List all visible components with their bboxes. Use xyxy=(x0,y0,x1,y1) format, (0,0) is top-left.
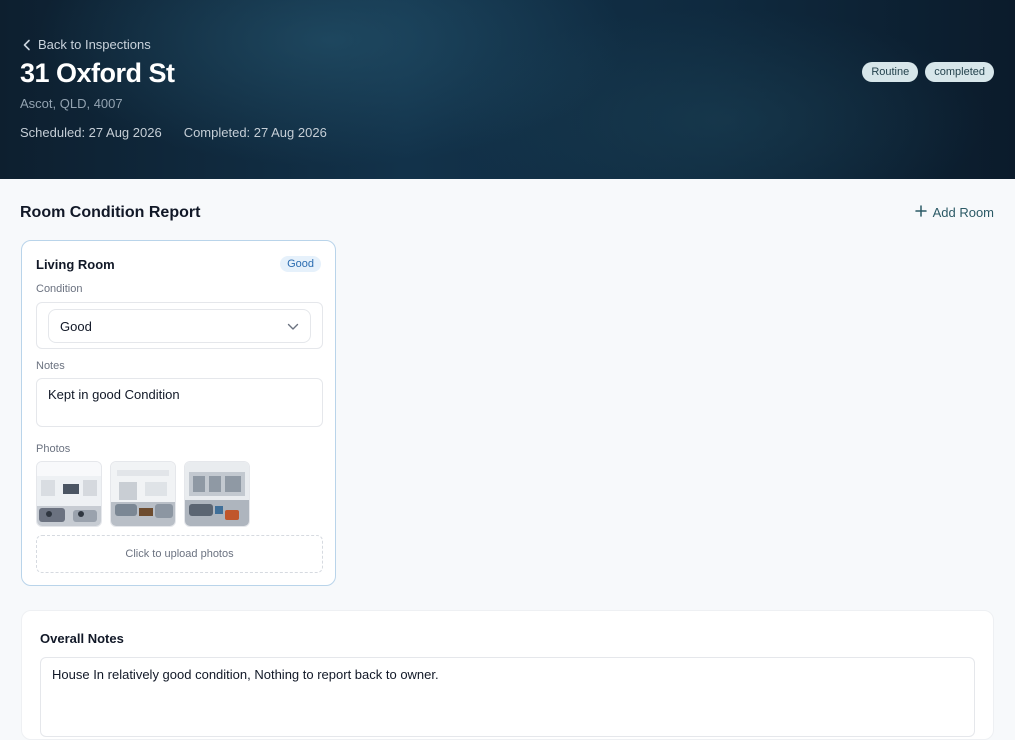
inspection-dates: Scheduled: 27 Aug 2026 Completed: 27 Aug… xyxy=(20,125,327,140)
chevron-left-icon xyxy=(22,39,32,51)
room-card: Living Room Good Condition Good Notes Ke… xyxy=(21,240,336,586)
condition-label: Condition xyxy=(36,283,83,295)
inspection-header: Back to Inspections 31 Oxford St Ascot, … xyxy=(0,0,1015,179)
add-room-button[interactable]: Add Room xyxy=(914,205,994,220)
chevron-down-icon xyxy=(287,319,299,334)
property-address: Ascot, QLD, 4007 xyxy=(20,96,123,111)
add-room-label: Add Room xyxy=(932,205,994,220)
completed-date: Completed: 27 Aug 2026 xyxy=(183,125,327,140)
room-condition-badge: Good xyxy=(280,256,321,272)
overall-notes-card: Overall Notes House In relatively good c… xyxy=(21,610,994,740)
scheduled-date: Scheduled: 27 Aug 2026 xyxy=(20,125,162,140)
condition-select[interactable]: Good xyxy=(48,309,311,343)
room-name: Living Room xyxy=(36,257,115,272)
property-title: 31 Oxford St xyxy=(20,58,175,88)
room-photo-thumbnail[interactable] xyxy=(110,461,176,527)
inspection-type-badge: Routine xyxy=(862,62,919,82)
inspection-status-badge: completed xyxy=(925,62,994,82)
section-title: Room Condition Report xyxy=(20,204,201,221)
photos-label: Photos xyxy=(36,443,71,455)
room-photo-thumbnail[interactable] xyxy=(36,461,102,527)
room-photo-thumbnail[interactable] xyxy=(184,461,250,527)
condition-selected-value: Good xyxy=(60,318,92,334)
photo-gallery xyxy=(36,461,250,527)
upload-photos-dropzone[interactable]: Click to upload photos xyxy=(36,535,323,573)
condition-field: Good xyxy=(36,302,323,349)
plus-icon xyxy=(914,205,927,220)
room-notes-input[interactable]: Kept in good Condition xyxy=(36,378,323,427)
overall-notes-input[interactable]: House In relatively good condition, Noth… xyxy=(40,657,975,737)
notes-label: Notes xyxy=(36,360,65,372)
back-to-inspections-link[interactable]: Back to Inspections xyxy=(22,37,151,52)
back-label: Back to Inspections xyxy=(38,37,151,52)
inspection-badges: Routine completed xyxy=(862,62,994,82)
overall-notes-title: Overall Notes xyxy=(40,631,124,646)
